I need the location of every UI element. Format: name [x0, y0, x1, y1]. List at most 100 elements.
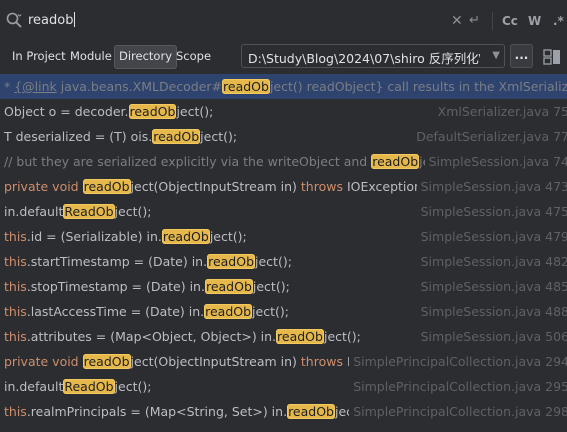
- result-file-location: SimplePrincipalCollection.java 295: [349, 374, 567, 399]
- browse-button[interactable]: ...: [510, 44, 533, 68]
- scope-bar: In Project Module Directory Scope D:\Stu…: [0, 40, 567, 75]
- match-highlight: readOb: [204, 279, 253, 294]
- chevron-down-icon[interactable]: ▼: [492, 50, 500, 61]
- search-bar: readob ✕ ↵ Cc W .*: [0, 0, 567, 41]
- code-segment: java.beans.XMLDecoder#: [56, 79, 223, 94]
- result-row[interactable]: this.id = (Serializable) in.readObject()…: [0, 224, 567, 249]
- words-button[interactable]: W: [528, 13, 541, 29]
- directory-combo[interactable]: D:\Study\Blog\2024\07\shiro 反序列化\s ▼: [241, 44, 505, 68]
- result-row[interactable]: this.lastAccessTime = (Date) in.readObje…: [0, 299, 567, 324]
- code-segment: ject();: [209, 229, 247, 244]
- code-segment: ject();: [323, 329, 361, 344]
- code-segment: this: [4, 329, 27, 344]
- result-row[interactable]: in.defaultReadObject(); SimpleSession.jav…: [0, 199, 567, 224]
- result-file-location: SimpleSession.java 485: [416, 274, 567, 299]
- directory-path: D:\Study\Blog\2024\07\shiro 反序列化\s: [248, 51, 480, 66]
- result-code: private void readObject(ObjectInputStrea…: [4, 349, 403, 374]
- code-segment: in.default: [4, 204, 64, 219]
- enter-icon[interactable]: ↵: [469, 13, 480, 29]
- match-highlight: ReadOb: [63, 204, 115, 219]
- result-code: this.id = (Serializable) in.readObject()…: [4, 224, 247, 249]
- result-code: Object o = decoder.readObject();: [4, 99, 213, 124]
- code-segment: *: [4, 79, 15, 94]
- match-highlight: readOb: [222, 79, 270, 94]
- code-segment: private void: [4, 354, 83, 369]
- preview-layout-icon[interactable]: [543, 49, 561, 65]
- match-highlight: readOb: [204, 304, 253, 319]
- code-segment: this: [4, 279, 27, 294]
- result-file-location: SimpleSession.java 482: [416, 249, 567, 274]
- code-segment: ject();: [252, 279, 290, 294]
- code-segment: .startTimestamp = (Date) in.: [26, 254, 208, 269]
- result-file-location: SimpleSession.java 473: [416, 174, 567, 199]
- code-segment: ject(ObjectInputStream in): [130, 354, 301, 369]
- code-segment: ject() readObject} call results in the X…: [269, 79, 567, 94]
- result-row[interactable]: * {@link java.beans.XMLDecoder#readObjec…: [0, 74, 567, 99]
- result-code: in.defaultReadObject();: [4, 374, 151, 399]
- result-row[interactable]: T deserialized = (T) ois.readObject(); De…: [0, 124, 567, 149]
- result-code: // but they are serialized explicitly vi…: [4, 149, 481, 174]
- result-code: this.lastAccessTime = (Date) in.readObje…: [4, 299, 289, 324]
- result-row[interactable]: private void readObject(ObjectInputStrea…: [0, 174, 567, 199]
- result-code: this.startTimestamp = (Date) in.readObje…: [4, 249, 292, 274]
- text-caret: [74, 12, 76, 27]
- match-case-button[interactable]: Cc: [502, 13, 518, 29]
- tab-in-project[interactable]: In Project: [8, 45, 70, 67]
- code-segment: ject();: [252, 304, 289, 319]
- match-highlight: readOb: [152, 129, 201, 144]
- search-input[interactable]: readob: [28, 12, 76, 28]
- result-file-location: SimpleSession.java 475: [416, 199, 567, 224]
- match-highlight: readOb: [276, 329, 324, 344]
- result-row[interactable]: in.defaultReadObject(); SimplePrincipalCo…: [0, 374, 567, 399]
- result-file-location: SimpleSession.java 479: [416, 224, 567, 249]
- result-code: * {@link java.beans.XMLDecoder#readObjec…: [4, 74, 567, 99]
- result-file-location: SimplePrincipalCollection.java 294: [349, 349, 567, 374]
- code-segment: this: [4, 229, 27, 244]
- result-file-location: DefaultSerializer.java 77: [412, 124, 567, 149]
- result-row[interactable]: Object o = decoder.readObject(); XmlSeria…: [0, 99, 567, 124]
- regex-button[interactable]: .*: [553, 13, 564, 29]
- code-segment: ject(ObjectInputStream in): [130, 179, 301, 194]
- result-row[interactable]: this.realmPrincipals = (Map<String, Set>…: [0, 399, 567, 424]
- result-code: T deserialized = (T) ois.readObject();: [4, 124, 237, 149]
- code-segment: this: [4, 404, 27, 419]
- toolbar-divider: [492, 12, 493, 30]
- code-segment: throws: [300, 179, 347, 194]
- match-highlight: readOb: [82, 179, 131, 194]
- result-row[interactable]: this.stopTimestamp = (Date) in.readObjec…: [0, 274, 567, 299]
- result-file-location: SimpleSession.java 506: [416, 324, 567, 349]
- result-row[interactable]: // but they are serialized explicitly vi…: [0, 149, 567, 174]
- code-segment: this: [4, 304, 27, 319]
- code-segment: .lastAccessTime = (Date) in.: [26, 304, 205, 319]
- close-icon[interactable]: ✕: [451, 13, 463, 29]
- code-segment: {@link: [14, 79, 57, 94]
- tab-module[interactable]: Module: [66, 45, 116, 67]
- code-segment: ject();: [114, 379, 152, 394]
- code-segment: throws: [300, 354, 347, 369]
- result-code: in.defaultReadObject();: [4, 199, 151, 224]
- code-segment: .stopTimestamp = (Date) in.: [26, 279, 205, 294]
- tab-directory[interactable]: Directory: [114, 45, 178, 69]
- code-segment: this: [4, 254, 27, 269]
- result-file-location: XmlSerializer.java 75: [433, 99, 567, 124]
- code-segment: // but they are serialized explicitly vi…: [4, 154, 372, 169]
- code-segment: in.default: [4, 379, 64, 394]
- search-icon[interactable]: [5, 11, 23, 29]
- code-segment: private void: [4, 179, 83, 194]
- code-segment: ject();: [114, 204, 152, 219]
- code-segment: .realmPrincipals = (Map<String, Set>) in…: [26, 404, 288, 419]
- result-file-location: SimpleSession.java 74: [424, 149, 567, 174]
- code-segment: .attributes = (Map<Object, Object>) in.: [26, 329, 277, 344]
- code-segment: .id = (Serializable) in.: [26, 229, 162, 244]
- result-row[interactable]: private void readObject(ObjectInputStrea…: [0, 349, 567, 374]
- result-code: this.realmPrincipals = (Map<String, Set>…: [4, 399, 372, 424]
- tab-scope[interactable]: Scope: [172, 45, 215, 67]
- code-segment: ject();: [200, 129, 238, 144]
- code-segment: Object o = decoder.: [4, 104, 129, 119]
- match-highlight: readOb: [371, 154, 420, 169]
- result-row[interactable]: this.attributes = (Map<Object, Object>) …: [0, 324, 567, 349]
- match-highlight: readOb: [161, 229, 210, 244]
- result-file-location: SimpleSession.java 488: [416, 299, 567, 324]
- result-row[interactable]: this.startTimestamp = (Date) in.readObje…: [0, 249, 567, 274]
- result-code: this.attributes = (Map<Object, Object>) …: [4, 324, 361, 349]
